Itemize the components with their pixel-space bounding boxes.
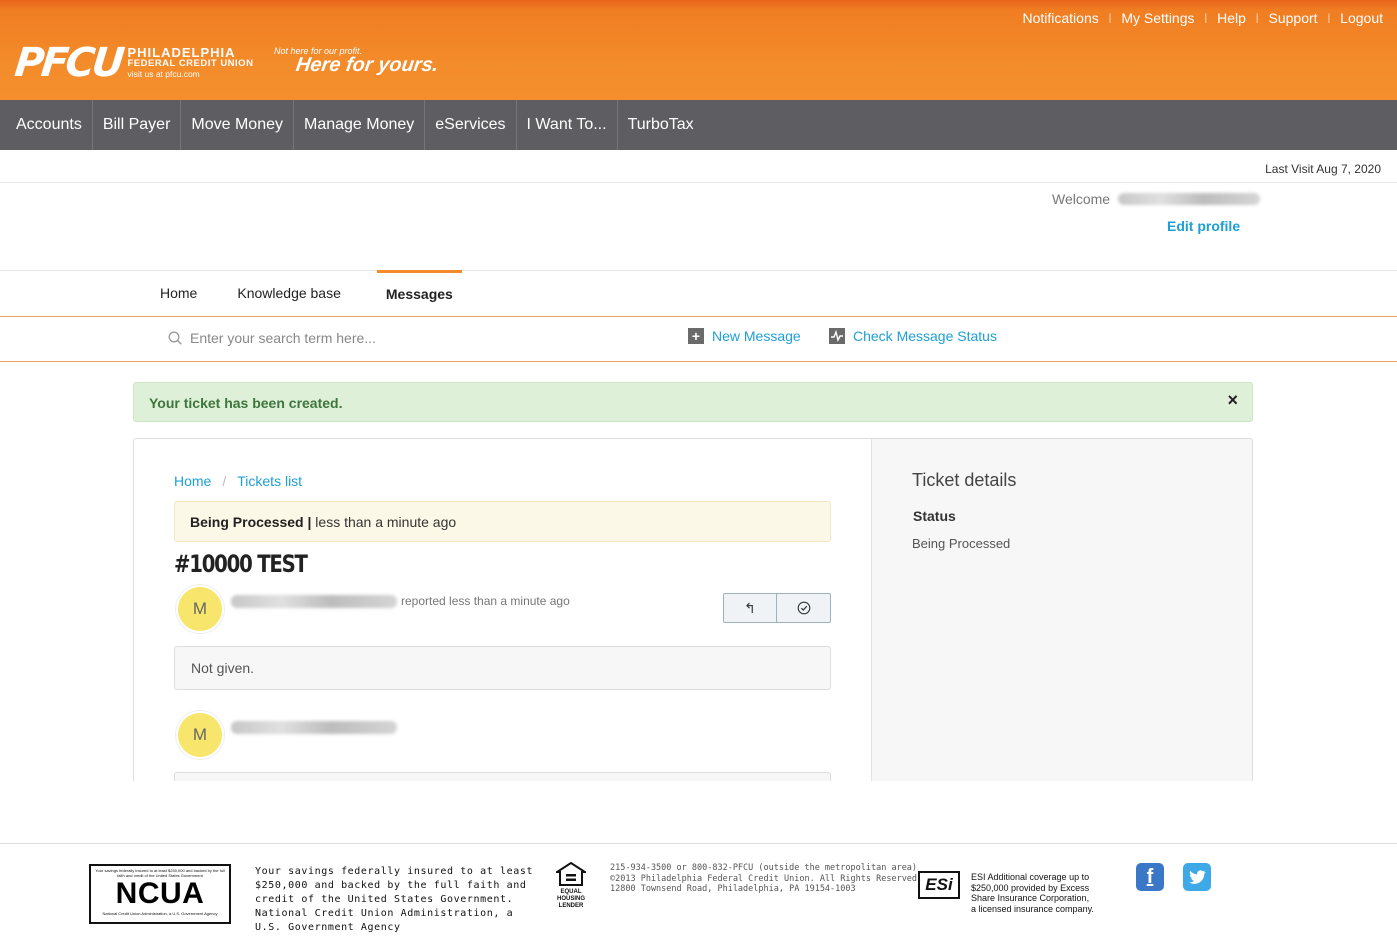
nav-bill-payer[interactable]: Bill Payer [93,100,182,150]
separator: | [1204,12,1208,24]
nav-eservices[interactable]: eServices [425,100,517,150]
ticket-title: #10000 TEST [174,550,308,578]
tab-knowledge-base[interactable]: Knowledge base [237,270,377,316]
status-value: Being Processed [912,536,1011,551]
logo-line-3: visit us at pfcu.com [127,68,200,79]
ticket-details-title: Ticket details [912,470,1017,490]
breadcrumb-separator: / [222,473,227,489]
esi-line: a licensed insurance company. [971,903,1094,914]
reply-icon: ↰ [744,599,756,616]
site-header: Notifications | My Settings | Help | Sup… [0,0,1397,100]
redacted-username [1118,193,1261,205]
welcome-label: Welcome [1052,191,1111,207]
alert-text: Your ticket has been created. [149,395,343,411]
ticket-status-box: Being Processed | less than a minute ago [174,501,831,542]
my-settings-link[interactable]: My Settings [1121,10,1194,26]
check-circle-icon [797,601,810,615]
top-links: Notifications | My Settings | Help | Sup… [1022,10,1383,26]
avatar: M [176,711,224,759]
twitter-bird-icon [1189,870,1206,884]
separator: | [1327,12,1331,24]
message-body [174,772,831,781]
notifications-link[interactable]: Notifications [1022,10,1098,26]
portal-tabs: Home Knowledge base Messages [120,270,462,316]
edit-profile-link[interactable]: Edit profile [1167,218,1240,234]
esi-line: $250,000 provided by Excess [971,882,1090,893]
breadcrumb-home[interactable]: Home [174,473,211,489]
help-link[interactable]: Help [1217,10,1246,26]
tab-messages[interactable]: Messages [376,270,462,316]
twitter-icon[interactable] [1183,863,1211,891]
check-status-label: Check Message Status [853,328,997,344]
resolve-button[interactable] [777,594,830,622]
esi-text: ESI Additional coverage up to $250,000 p… [971,872,1094,914]
ticket-actions: ↰ [723,593,831,623]
reported-by: reported less than a minute ago [231,594,570,608]
main-nav: Accounts Bill Payer Move Money Manage Mo… [0,100,1397,150]
logout-link[interactable]: Logout [1340,10,1383,26]
esi-line: Share Insurance Corporation, [971,893,1090,903]
ticket-status: Being Processed | [190,514,312,530]
separator: | [1108,12,1112,24]
logo-line-2: FEDERAL CREDIT UNION [127,57,254,69]
tagline-big: Here for yours. [294,54,440,76]
search-row: + New Message Check Message Status [0,317,1397,361]
last-visit: Last Visit Aug 7, 2020 [1265,162,1381,176]
divider [0,182,1397,183]
nav-manage-money[interactable]: Manage Money [294,100,426,150]
address-line: ©2013 Philadelphia Federal Credit Union.… [610,873,923,884]
reported-time: reported less than a minute ago [401,594,570,608]
support-link[interactable]: Support [1269,10,1318,26]
breadcrumb: Home / Tickets list [174,473,302,489]
nav-i-want-to[interactable]: I Want To... [517,100,618,150]
welcome: Welcome [1052,191,1261,207]
activity-icon [829,328,845,344]
close-icon[interactable]: × [1227,390,1238,411]
reply-button[interactable]: ↰ [724,594,777,622]
esi-line: ESI Additional coverage up to [971,872,1090,882]
divider [0,843,1397,844]
search-icon [168,331,182,345]
success-alert: Your ticket has been created. × [133,382,1253,422]
plus-icon: + [688,328,704,344]
tab-home[interactable]: Home [120,270,237,316]
logo-mark: PFCU [12,40,124,86]
logo-line-1: PHILADELPHIA [127,44,236,60]
ticket-card: Home / Tickets list Being Processed | le… [133,438,1253,781]
address-line: 215-934-3500 or 800-832-PFCU (outside th… [610,863,918,873]
facebook-icon[interactable]: f [1136,863,1164,891]
footer-address: 215-934-3500 or 800-832-PFCU (outside th… [610,863,922,895]
breadcrumb-tickets-list[interactable]: Tickets list [237,473,302,489]
check-message-status-link[interactable]: Check Message Status [829,328,997,344]
house-icon [553,861,589,886]
new-message-label: New Message [712,328,801,344]
status-label: Status [913,508,956,524]
ticket-status-time: less than a minute ago [311,514,457,530]
divider [0,361,1397,362]
redacted-sender [231,721,397,734]
ticket-details-panel: Ticket details Status Being Processed [871,439,1252,781]
esi-logo: ESi [918,871,960,899]
insured-text: Your savings federally insured to at lea… [255,866,534,933]
tagline: Not here for our profit. Here for yours. [274,46,440,77]
nav-turbotax[interactable]: TurboTax [618,100,704,150]
separator: | [1255,12,1259,24]
ncua-bottom-text: National Credit Union Administration, a … [102,911,218,916]
message-body: Not given. [174,646,831,690]
ncua-logo: Your savings federally insured to at lea… [89,864,231,924]
pfcu-logo[interactable]: PFCU PHILADELPHIA FEDERAL CREDIT UNION v… [12,40,254,86]
ehl-label: EQUAL HOUSING LENDER [556,889,585,909]
nav-move-money[interactable]: Move Money [181,100,294,150]
address-line: 12800 Townsend Road, Philadelphia, PA 19… [610,884,856,894]
logo-text: PHILADELPHIA FEDERAL CREDIT UNION visit … [127,44,254,80]
avatar: M [176,585,224,633]
redacted-reporter [231,594,397,608]
nav-accounts[interactable]: Accounts [0,100,93,150]
ncua-big-text: NCUA [115,877,205,910]
search-input[interactable] [190,326,490,350]
equal-housing-lender-logo: EQUAL HOUSING LENDER [550,861,592,910]
new-message-link[interactable]: + New Message [688,328,801,344]
